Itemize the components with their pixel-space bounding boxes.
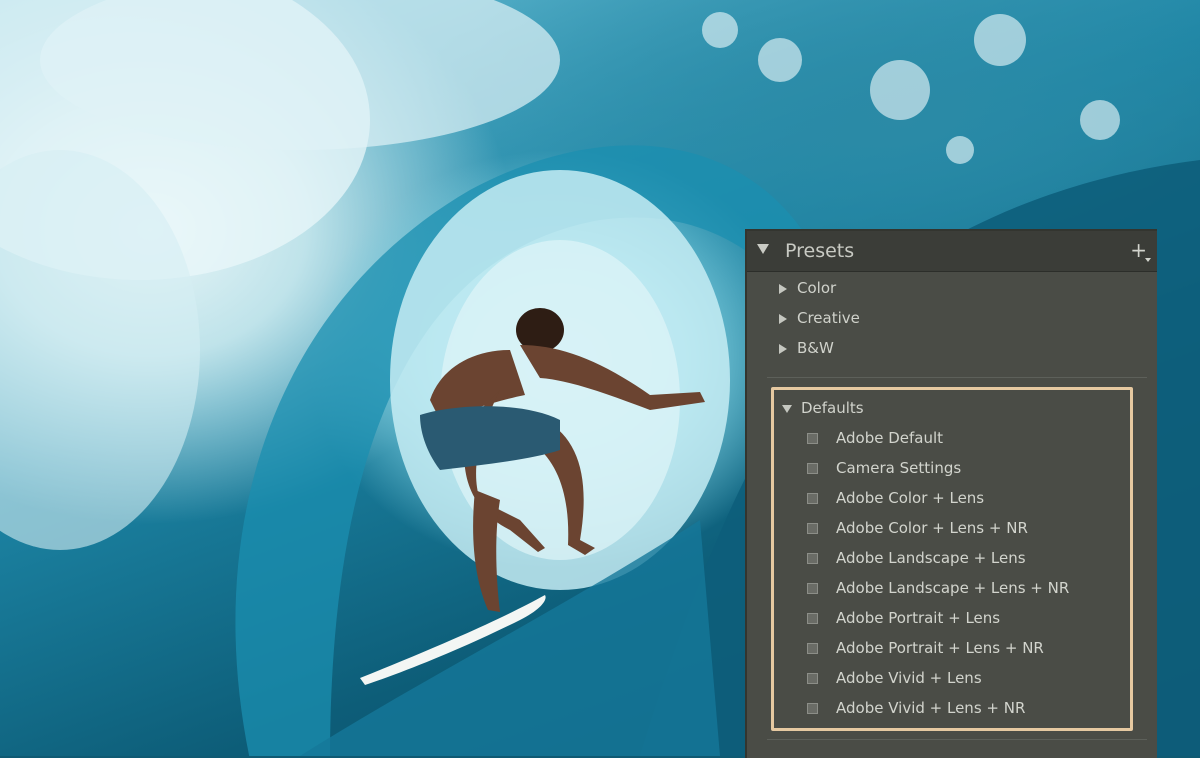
preset-group-label: Creative [797,309,860,327]
preset-item-label: Adobe Default [836,429,944,447]
preset-checkbox-icon[interactable] [807,613,818,624]
preset-checkbox-icon[interactable] [807,583,818,594]
disclosure-arrow-icon[interactable] [779,343,787,354]
preset-item-label: Adobe Portrait + Lens [836,609,1001,627]
preset-item-label: Adobe Landscape + Lens + NR [836,579,1070,597]
preset-item-label: Adobe Color + Lens + NR [836,519,1028,537]
preset-group-defaults[interactable]: Defaults [782,399,864,421]
preset-group-label: Defaults [801,399,864,417]
preset-checkbox-icon[interactable] [807,553,818,564]
preset-checkbox-icon[interactable] [807,643,818,654]
preset-group-creative[interactable]: Creative [779,309,860,331]
preset-item-label: Adobe Landscape + Lens [836,549,1026,567]
collapse-triangle-icon[interactable] [757,244,769,254]
presets-panel: Presets + Color Creative B&W Defaults Ad… [745,229,1157,758]
preset-checkbox-icon[interactable] [807,523,818,534]
preset-checkbox-icon[interactable] [807,463,818,474]
preset-item-label: Adobe Color + Lens [836,489,985,507]
disclosure-arrow-icon[interactable] [782,404,792,413]
preset-item-label: Adobe Vivid + Lens + NR [836,699,1026,717]
preset-group-label: B&W [797,339,834,357]
preset-item-label: Adobe Vivid + Lens [836,669,982,687]
disclosure-arrow-icon[interactable] [779,313,787,324]
preset-item-label: Adobe Portrait + Lens + NR [836,639,1044,657]
preset-checkbox-icon[interactable] [807,673,818,684]
preset-group-color[interactable]: Color [779,279,836,301]
preset-group-bw[interactable]: B&W [779,339,834,361]
preset-item-label: Camera Settings [836,459,962,477]
preset-checkbox-icon[interactable] [807,433,818,444]
disclosure-arrow-icon[interactable] [779,283,787,294]
preset-group-label: Color [797,279,837,297]
presets-panel-header[interactable]: Presets + [747,231,1157,272]
preset-checkbox-icon[interactable] [807,493,818,504]
presets-panel-title: Presets [785,240,855,262]
group-divider [767,377,1147,378]
preset-checkbox-icon[interactable] [807,703,818,714]
bottom-divider [767,739,1147,740]
add-preset-menu-icon[interactable] [1145,258,1151,262]
